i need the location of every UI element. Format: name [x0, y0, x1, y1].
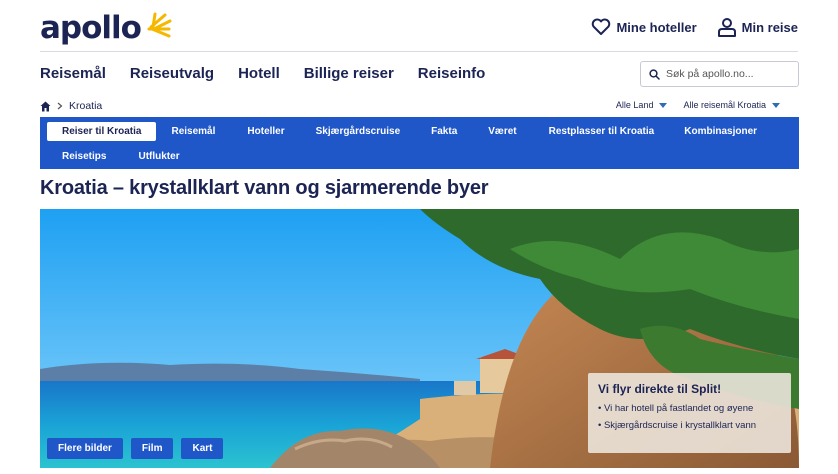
- tab-facts[interactable]: Fakta: [431, 126, 457, 137]
- promo-item: • Skjærgårdscruise i krystallklart vann: [598, 420, 757, 431]
- search-box[interactable]: [640, 61, 799, 87]
- my-hotels-label: Mine hoteller: [616, 19, 697, 35]
- my-trip-label: Min reise: [741, 19, 798, 35]
- tab-excursions[interactable]: Utflukter: [138, 151, 179, 162]
- promo-title: Vi flyr direkte til Split!: [598, 382, 722, 396]
- nav-item-destinations[interactable]: Reisemål: [40, 65, 106, 82]
- subnav-row-2: Reisetips Utflukter: [40, 146, 180, 166]
- breadcrumb-current[interactable]: Kroatia: [69, 100, 102, 112]
- destination-filter[interactable]: Alle reisemål Kroatia: [683, 100, 780, 110]
- apollo-logo[interactable]: apollo: [40, 10, 173, 46]
- tab-last-minute[interactable]: Restplasser til Kroatia: [549, 126, 655, 137]
- home-icon[interactable]: [40, 101, 51, 112]
- tab-hotels[interactable]: Hoteller: [247, 126, 284, 137]
- main-nav: Reisemål Reiseutvalg Hotell Billige reis…: [40, 65, 509, 82]
- tab-archipelago-cruise[interactable]: Skjærgårdscruise: [316, 126, 401, 137]
- destination-subnav: Reiser til Kroatia Reisemål Hoteller Skj…: [40, 117, 799, 169]
- nav-item-cheap-trips[interactable]: Billige reiser: [304, 65, 394, 82]
- more-photos-button[interactable]: Flere bilder: [47, 438, 123, 459]
- nav-item-hotel[interactable]: Hotell: [238, 65, 280, 82]
- chevron-right-icon: [57, 102, 63, 110]
- country-filter[interactable]: Alle Land: [616, 100, 668, 110]
- nav-item-travel-info[interactable]: Reiseinfo: [418, 65, 486, 82]
- page-title: Kroatia – krystallklart vann og sjarmere…: [40, 177, 489, 199]
- promo-item: • Vi har hotell på fastlandet og øyene: [598, 403, 754, 414]
- header-divider: [40, 51, 798, 52]
- heart-icon: [592, 18, 611, 35]
- breadcrumb: Kroatia: [40, 100, 102, 112]
- top-actions: Mine hoteller Min reise: [591, 17, 798, 37]
- user-icon: [717, 18, 736, 37]
- tab-weather[interactable]: Været: [488, 126, 516, 137]
- tab-destinations[interactable]: Reisemål: [171, 126, 215, 137]
- hero-buttons: Flere bilder Film Kart: [47, 438, 224, 459]
- tab-trips-to-croatia[interactable]: Reiser til Kroatia: [47, 121, 157, 141]
- chevron-down-icon: [772, 102, 780, 108]
- film-button[interactable]: Film: [130, 438, 174, 459]
- destination-filter-value: Alle reisemål Kroatia: [683, 100, 766, 110]
- tab-travel-tips[interactable]: Reisetips: [62, 151, 106, 162]
- search-icon: [649, 68, 660, 80]
- promo-card[interactable]: Vi flyr direkte til Split! • Vi har hote…: [588, 373, 791, 453]
- subnav-row-1: Reiser til Kroatia Reisemål Hoteller Skj…: [40, 120, 757, 142]
- logo-wordmark: apollo: [40, 10, 142, 46]
- chevron-down-icon: [659, 102, 668, 108]
- tab-combinations[interactable]: Kombinasjoner: [684, 126, 757, 137]
- site-header: apollo Mine hoteller Min reise: [0, 0, 838, 52]
- hero-banner: Vi flyr direkte til Split! • Vi har hote…: [40, 209, 799, 468]
- search-input[interactable]: [666, 68, 796, 80]
- filters: Alle Land Alle reisemål Kroatia: [616, 100, 780, 110]
- country-filter-value: Alle Land: [615, 100, 654, 110]
- nav-item-travel-selection[interactable]: Reiseutvalg: [130, 65, 214, 82]
- sun-logo-icon: [147, 12, 172, 38]
- my-hotels-link[interactable]: Mine hoteller: [591, 18, 697, 36]
- map-button[interactable]: Kart: [181, 438, 224, 459]
- my-trip-link[interactable]: Min reise: [717, 17, 798, 37]
